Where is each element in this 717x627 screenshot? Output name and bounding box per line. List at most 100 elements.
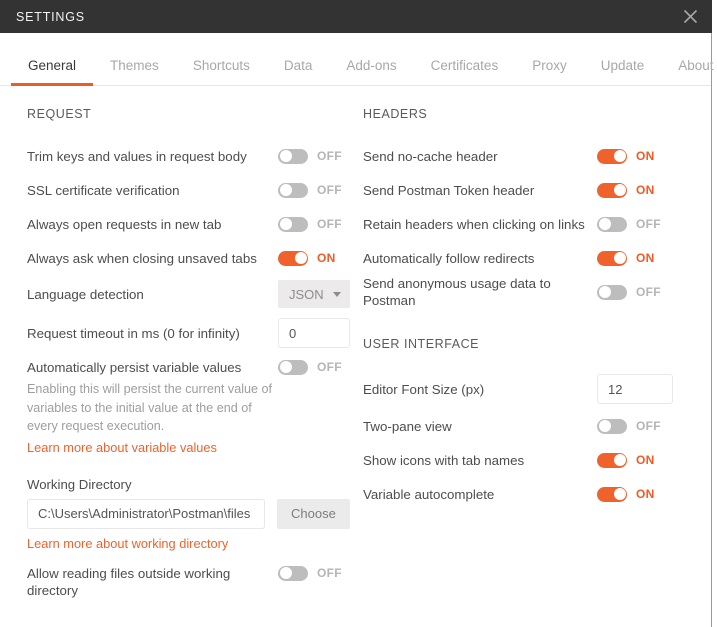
row-language-detection: Language detection JSON <box>27 275 360 313</box>
label-editor-font-size: Editor Font Size (px) <box>363 381 485 397</box>
row-automatically-follow-redirects: Automatically follow redirects ON <box>363 241 683 275</box>
row-always-open-requests-in-new-tab: Always open requests in new tab OFF <box>27 207 360 241</box>
language-detection-select[interactable]: JSON <box>278 280 350 308</box>
toggle-always-open-requests-in-new-tab[interactable] <box>278 216 308 232</box>
window-title: SETTINGS <box>16 9 85 24</box>
row-two-pane-view: Two-pane view OFF <box>363 409 683 443</box>
row-send-no-cache-header: Send no-cache header ON <box>363 139 683 173</box>
row-request-timeout: Request timeout in ms (0 for infinity) <box>27 313 360 353</box>
persist-variables-state: OFF <box>317 360 342 374</box>
state-retain-headers-when-clicking-on-links: OFF <box>636 217 661 231</box>
label-send-anonymous-usage-data-to-postman: Send anonymous usage data to Postman <box>363 276 551 308</box>
close-button[interactable] <box>668 0 712 33</box>
tab-about[interactable]: About <box>661 58 717 86</box>
row-editor-font-size: Editor Font Size (px) <box>363 369 683 409</box>
row-always-ask-when-closing-unsaved-tabs: Always ask when closing unsaved tabs ON <box>27 241 360 275</box>
label-persist-variables: Automatically persist variable values <box>27 359 242 375</box>
section-title-headers: HEADERS <box>363 107 428 121</box>
user-interface-toggle-list: Two-pane view OFF Show icons with tab name… <box>363 409 683 511</box>
tab-add-ons[interactable]: Add-ons <box>329 58 413 86</box>
choose-directory-button[interactable]: Choose <box>277 498 350 529</box>
state-always-open-requests-in-new-tab: OFF <box>317 217 342 231</box>
toggle-variable-autocomplete[interactable] <box>597 486 627 502</box>
row-ssl-certificate-verification: SSL certificate verification OFF <box>27 173 360 207</box>
toggle-send-postman-token-header[interactable] <box>597 182 627 198</box>
state-send-postman-token-header: ON <box>636 183 655 197</box>
row-show-icons-with-tab-names: Show icons with tab names ON <box>363 443 683 477</box>
state-always-ask-when-closing-unsaved-tabs: ON <box>317 251 336 265</box>
label-show-icons-with-tab-names: Show icons with tab names <box>363 452 525 468</box>
working-directory-input[interactable] <box>27 498 265 529</box>
tab-data[interactable]: Data <box>267 58 330 86</box>
state-show-icons-with-tab-names: ON <box>636 453 655 467</box>
link-learn-more-variable-values[interactable]: Learn more about variable values <box>27 440 360 455</box>
label-always-ask-when-closing-unsaved-tabs: Always ask when closing unsaved tabs <box>27 250 257 266</box>
working-directory-group: Working Directory Choose Learn more abou… <box>27 477 360 551</box>
state-send-anonymous-usage-data-to-postman: OFF <box>636 285 661 299</box>
tab-proxy[interactable]: Proxy <box>515 58 584 86</box>
persist-variables-toggle[interactable] <box>278 359 308 375</box>
editor-font-size-input[interactable] <box>597 374 673 404</box>
persist-variables-helper-text: Enabling this will persist the current v… <box>27 382 273 433</box>
toggle-trim-keys-and-values-in-request-body[interactable] <box>278 148 308 164</box>
label-send-postman-token-header: Send Postman Token header <box>363 182 535 198</box>
close-icon <box>683 9 698 24</box>
settings-content: REQUEST Trim keys and values in request … <box>0 86 711 627</box>
label-ssl-certificate-verification: SSL certificate verification <box>27 182 180 198</box>
headers-toggle-list: Send no-cache header ON Send Postman Token… <box>363 139 683 309</box>
toggle-always-ask-when-closing-unsaved-tabs[interactable] <box>278 250 308 266</box>
request-timeout-input[interactable] <box>278 318 350 348</box>
row-trim-keys-and-values-in-request-body: Trim keys and values in request body OFF <box>27 139 360 173</box>
row-persist-variables: Automatically persist variable values OF… <box>27 353 360 381</box>
state-send-no-cache-header: ON <box>636 149 655 163</box>
tab-update[interactable]: Update <box>584 58 662 86</box>
tab-themes[interactable]: Themes <box>93 58 176 86</box>
tab-certificates[interactable]: Certificates <box>414 58 516 86</box>
label-two-pane-view: Two-pane view <box>363 418 452 434</box>
settings-tabs: General Themes Shortcuts Data Add-ons Certifi… <box>0 33 714 86</box>
state-ssl-certificate-verification: OFF <box>317 183 342 197</box>
state-automatically-follow-redirects: ON <box>636 251 655 265</box>
toggle-ssl-certificate-verification[interactable] <box>278 182 308 198</box>
toggle-two-pane-view[interactable] <box>597 418 627 434</box>
window-right-border <box>711 33 712 627</box>
toggle-send-anonymous-usage-data-to-postman[interactable] <box>597 284 627 300</box>
settings-dialog: SETTINGS General Themes Shortcuts Data Add-o… <box>0 0 717 627</box>
label-trim-keys-and-values-in-request-body: Trim keys and values in request body <box>27 148 247 164</box>
tab-shortcuts[interactable]: Shortcuts <box>176 58 267 86</box>
toggle-send-no-cache-header[interactable] <box>597 148 627 164</box>
label-language-detection: Language detection <box>27 286 144 302</box>
headers-column: HEADERS Send no-cache header ON Send Postm… <box>363 107 683 511</box>
label-allow-reading-outside: Allow reading files outside working dire… <box>27 565 231 599</box>
state-two-pane-view: OFF <box>636 419 661 433</box>
row-retain-headers-when-clicking-on-links: Retain headers when clicking on links OFF <box>363 207 683 241</box>
title-bar: SETTINGS <box>0 0 712 33</box>
section-title-request: REQUEST <box>27 107 92 121</box>
language-detection-value: JSON <box>289 286 324 302</box>
row-send-anonymous-usage-data-to-postman: Send anonymous usage data to Postman OFF <box>363 275 683 309</box>
section-title-user-interface: USER INTERFACE <box>363 337 480 351</box>
toggle-automatically-follow-redirects[interactable] <box>597 250 627 266</box>
label-always-open-requests-in-new-tab: Always open requests in new tab <box>27 216 222 232</box>
toggle-retain-headers-when-clicking-on-links[interactable] <box>597 216 627 232</box>
label-request-timeout: Request timeout in ms (0 for infinity) <box>27 325 240 341</box>
state-trim-keys-and-values-in-request-body: OFF <box>317 149 342 163</box>
row-send-postman-token-header: Send Postman Token header ON <box>363 173 683 207</box>
request-column: REQUEST Trim keys and values in request … <box>27 107 360 600</box>
label-variable-autocomplete: Variable autocomplete <box>363 486 495 502</box>
working-directory-row: Choose <box>27 498 360 529</box>
link-learn-more-working-directory[interactable]: Learn more about working directory <box>27 536 360 551</box>
allow-reading-outside-state: OFF <box>317 566 342 580</box>
label-working-directory: Working Directory <box>27 476 132 492</box>
label-retain-headers-when-clicking-on-links: Retain headers when clicking on links <box>363 216 585 232</box>
state-variable-autocomplete: ON <box>636 487 655 501</box>
tab-general[interactable]: General <box>11 58 94 86</box>
label-send-no-cache-header: Send no-cache header <box>363 148 498 164</box>
row-allow-reading-outside: Allow reading files outside working dire… <box>27 565 360 600</box>
request-toggle-list: Trim keys and values in request body OFF S… <box>27 139 360 275</box>
chevron-down-icon <box>333 291 341 297</box>
allow-reading-outside-toggle[interactable] <box>278 565 308 581</box>
toggle-show-icons-with-tab-names[interactable] <box>597 452 627 468</box>
label-automatically-follow-redirects: Automatically follow redirects <box>363 250 535 266</box>
row-variable-autocomplete: Variable autocomplete ON <box>363 477 683 511</box>
